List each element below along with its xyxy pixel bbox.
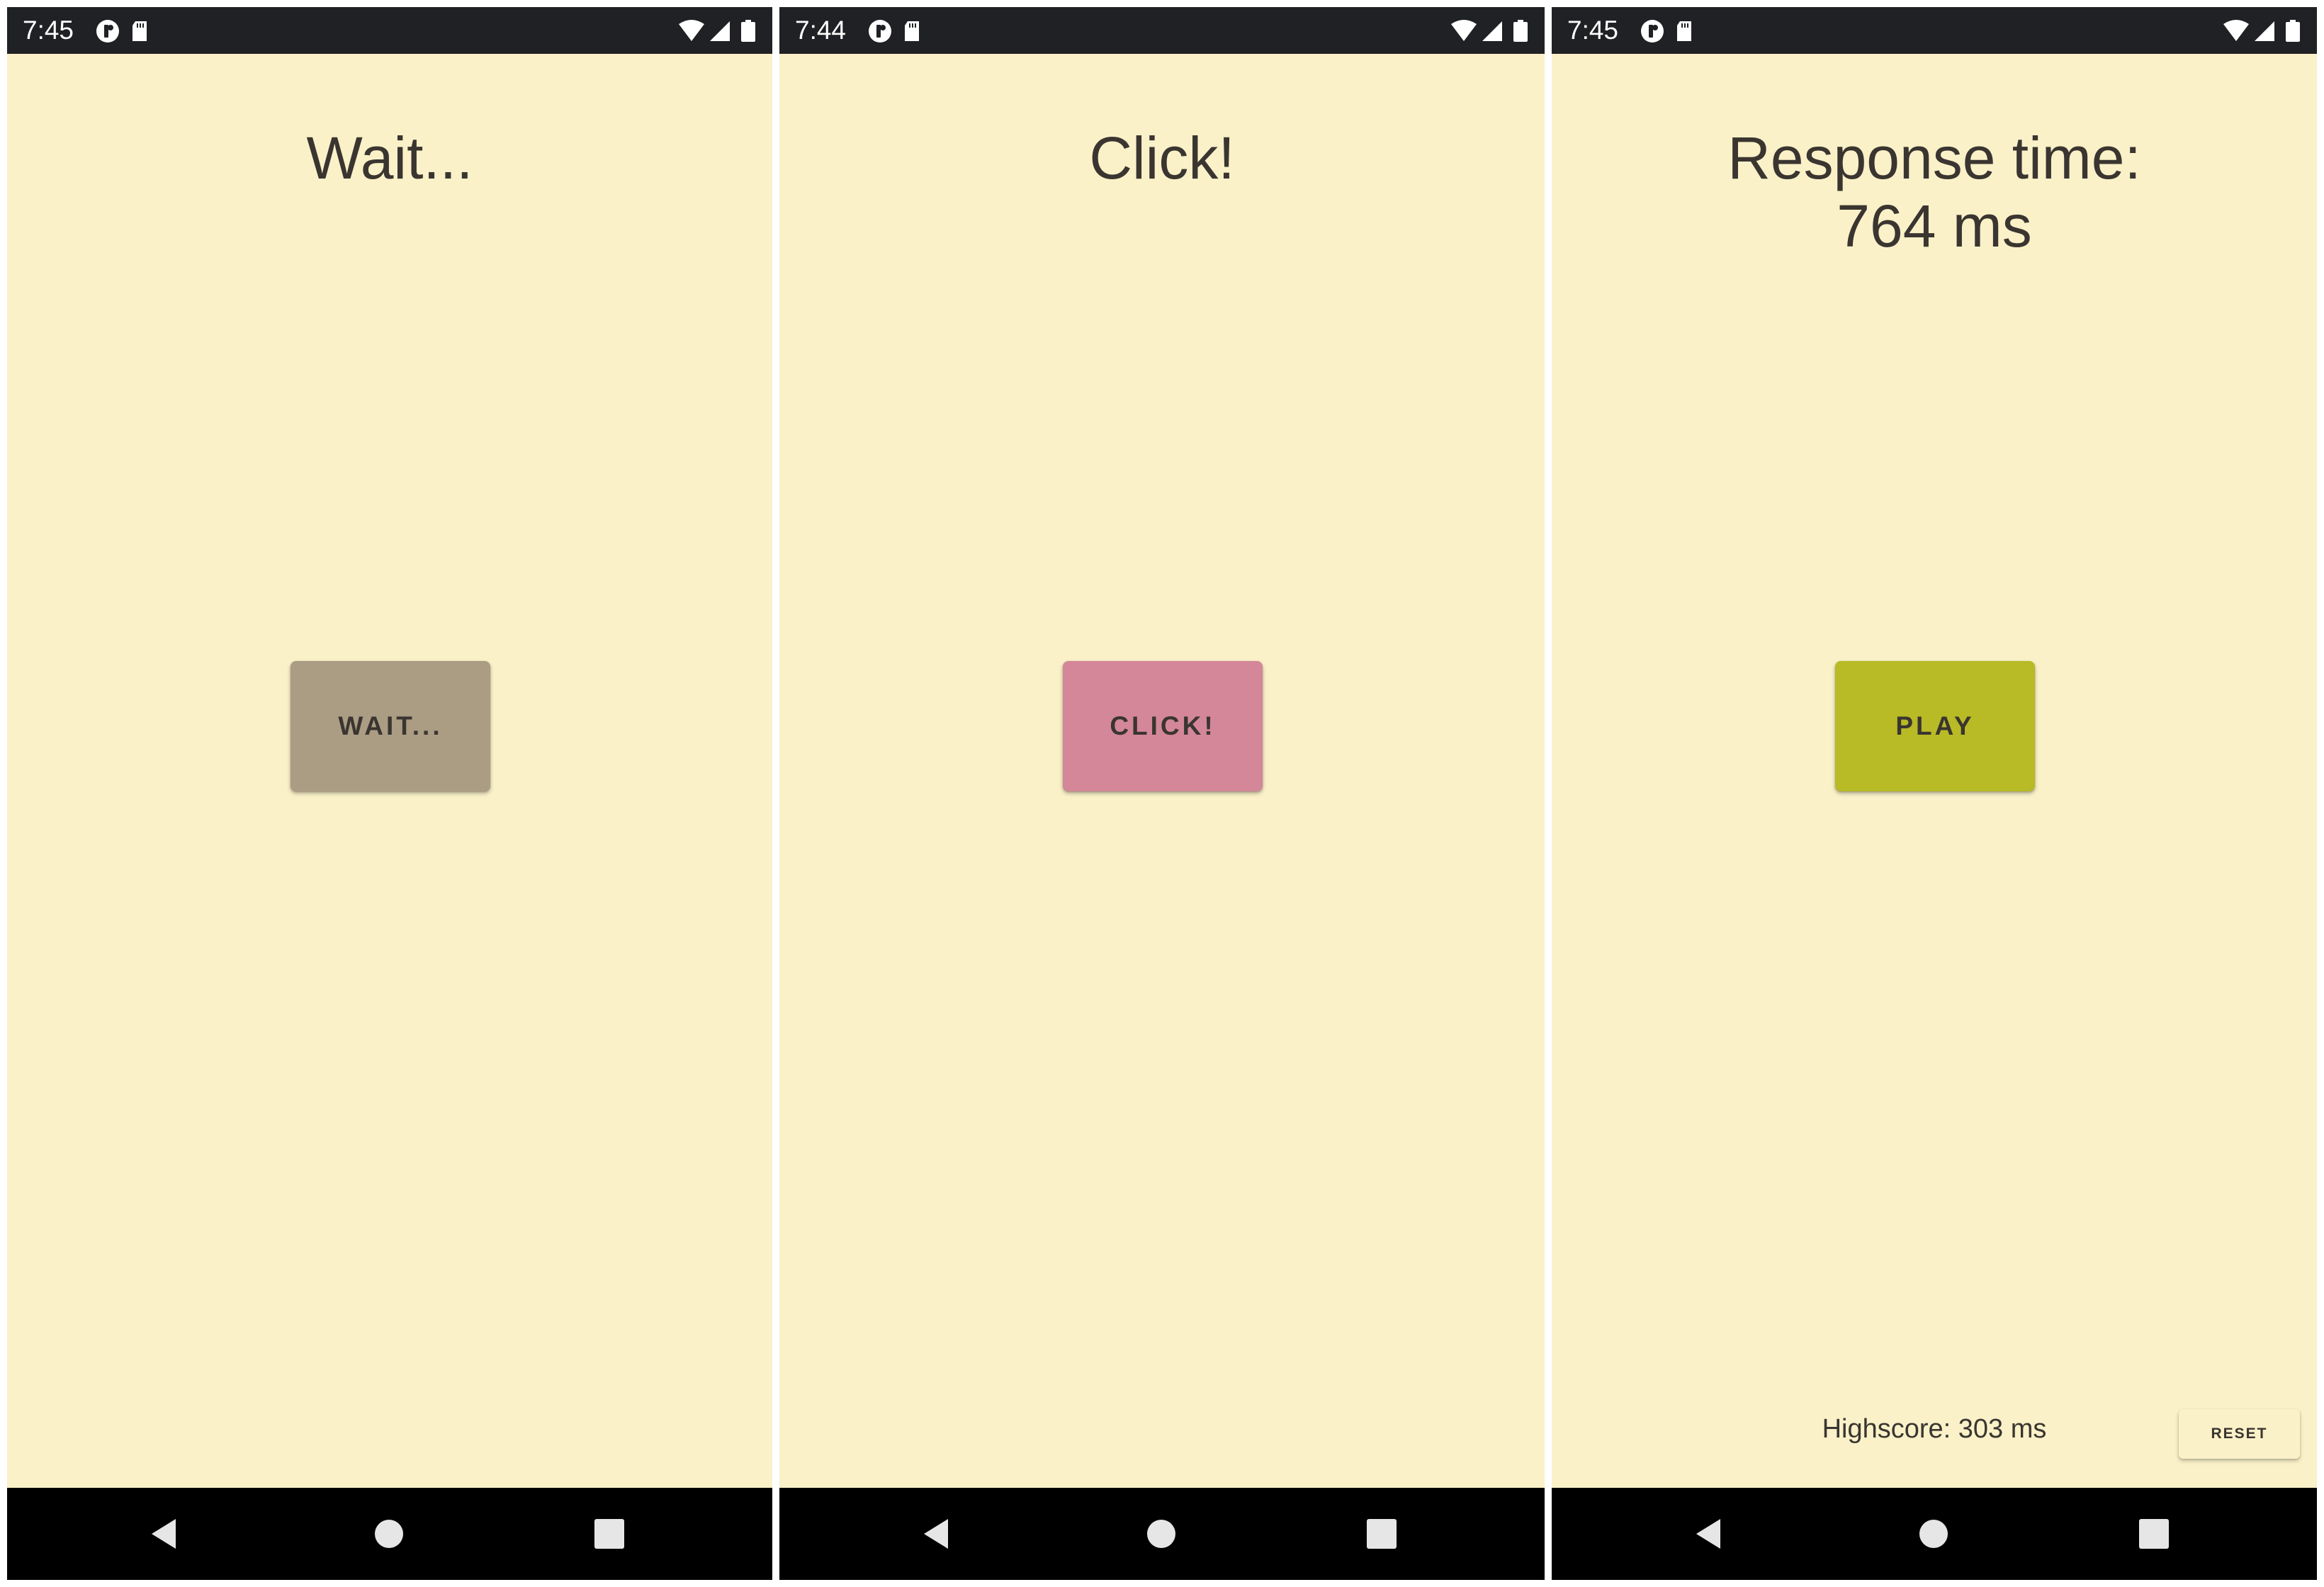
wait-button[interactable]: WAIT... — [290, 661, 490, 791]
title-line: Response time: — [1727, 125, 2141, 191]
cell-signal-icon — [710, 21, 730, 41]
sd-card-icon — [132, 21, 147, 41]
status-bar: 7:45 — [1552, 7, 2317, 54]
back-icon[interactable] — [142, 1509, 191, 1559]
status-left-icons — [96, 20, 147, 43]
battery-icon — [2286, 20, 2300, 42]
status-bar: 7:44 — [779, 7, 1545, 54]
title-line: Click! — [1089, 125, 1235, 191]
recents-icon[interactable] — [585, 1509, 634, 1559]
reset-button[interactable]: RESET — [2179, 1409, 2300, 1459]
circle-c-icon — [96, 20, 119, 43]
status-time: 7:44 — [795, 16, 847, 45]
game-status-title: Click! — [779, 124, 1545, 192]
wifi-icon — [1451, 20, 1477, 41]
battery-icon — [1513, 20, 1528, 42]
cell-signal-icon — [1482, 21, 1502, 41]
game-status-title: Response time: 764 ms — [1552, 124, 2317, 260]
home-icon[interactable] — [1136, 1509, 1186, 1559]
sd-card-icon — [905, 21, 919, 41]
status-right-icons — [2223, 20, 2300, 42]
status-left-icons — [1641, 20, 1691, 43]
phone-screen-click: 7:44 Click! CLICK! — [779, 7, 1545, 1580]
recents-icon[interactable] — [1357, 1509, 1406, 1559]
status-bar: 7:45 — [7, 7, 772, 54]
cell-signal-icon — [2255, 21, 2274, 41]
back-icon[interactable] — [914, 1509, 964, 1559]
click-button[interactable]: CLICK! — [1063, 661, 1263, 791]
circle-c-icon — [869, 20, 891, 43]
navigation-bar — [779, 1488, 1545, 1580]
status-left-icons — [869, 20, 919, 43]
status-time: 7:45 — [1567, 16, 1619, 45]
navigation-bar — [1552, 1488, 2317, 1580]
play-button[interactable]: PLAY — [1835, 661, 2035, 791]
game-status-title: Wait... — [7, 124, 772, 192]
status-time: 7:45 — [23, 16, 74, 45]
wifi-icon — [2223, 20, 2249, 41]
navigation-bar — [7, 1488, 772, 1580]
phone-screen-wait: 7:45 Wait... WAIT... — [7, 7, 772, 1580]
phone-screen-result: 7:45 Response time: 764 ms PLAY Highscor… — [1552, 7, 2317, 1580]
status-right-icons — [1451, 20, 1528, 42]
sd-card-icon — [1677, 21, 1691, 41]
back-icon[interactable] — [1686, 1509, 1736, 1559]
recents-icon[interactable] — [2129, 1509, 2179, 1559]
wifi-icon — [679, 20, 704, 41]
title-line: Wait... — [306, 125, 473, 191]
response-time-value: 764 ms — [1837, 193, 2032, 259]
status-right-icons — [679, 20, 755, 42]
battery-icon — [741, 20, 755, 42]
circle-c-icon — [1641, 20, 1664, 43]
home-icon[interactable] — [1909, 1509, 1958, 1559]
home-icon[interactable] — [364, 1509, 414, 1559]
